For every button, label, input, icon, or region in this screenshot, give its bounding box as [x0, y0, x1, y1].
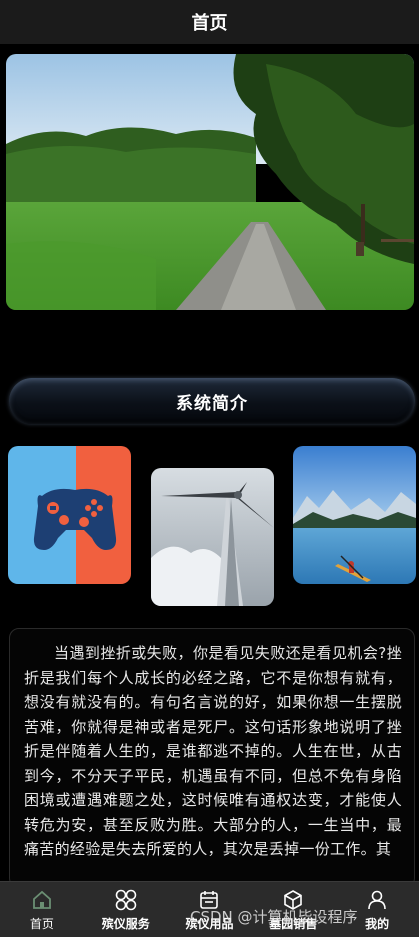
- kayak-lake-card[interactable]: [293, 446, 416, 584]
- nav-bar: 首页: [0, 0, 419, 44]
- tab-home[interactable]: 首页: [0, 882, 84, 937]
- home-icon: [29, 887, 55, 913]
- gamepad-card[interactable]: [8, 446, 131, 584]
- page-title: 首页: [191, 13, 228, 34]
- kayak-lake-image: [293, 446, 416, 584]
- tab-home-label: 首页: [29, 917, 54, 931]
- wind-turbine-card[interactable]: [151, 468, 274, 606]
- watermark: CSDN @计算机毕设程序: [190, 908, 358, 926]
- wind-turbine-image: [151, 468, 274, 606]
- tab-funeral-service[interactable]: 殡仪服务: [84, 882, 168, 937]
- intro-text: 当遇到挫折或失败，你是看见失败还是看见机会?挫折是我们每个人成长的必经之路，它不…: [24, 644, 402, 858]
- grid-icon: [113, 887, 139, 913]
- intro-box: 当遇到挫折或失败，你是看见失败还是看见机会?挫折是我们每个人成长的必经之路，它不…: [9, 628, 415, 888]
- banner-image[interactable]: [6, 54, 414, 310]
- gamepad-icon: [8, 446, 131, 584]
- section-header: 系统简介: [9, 378, 415, 424]
- tab-funeral-service-label: 殡仪服务: [101, 917, 150, 931]
- tab-profile-label: 我的: [365, 917, 390, 931]
- landscape-road-image: [6, 54, 414, 310]
- user-icon: [364, 887, 390, 913]
- section-title: 系统简介: [176, 393, 248, 414]
